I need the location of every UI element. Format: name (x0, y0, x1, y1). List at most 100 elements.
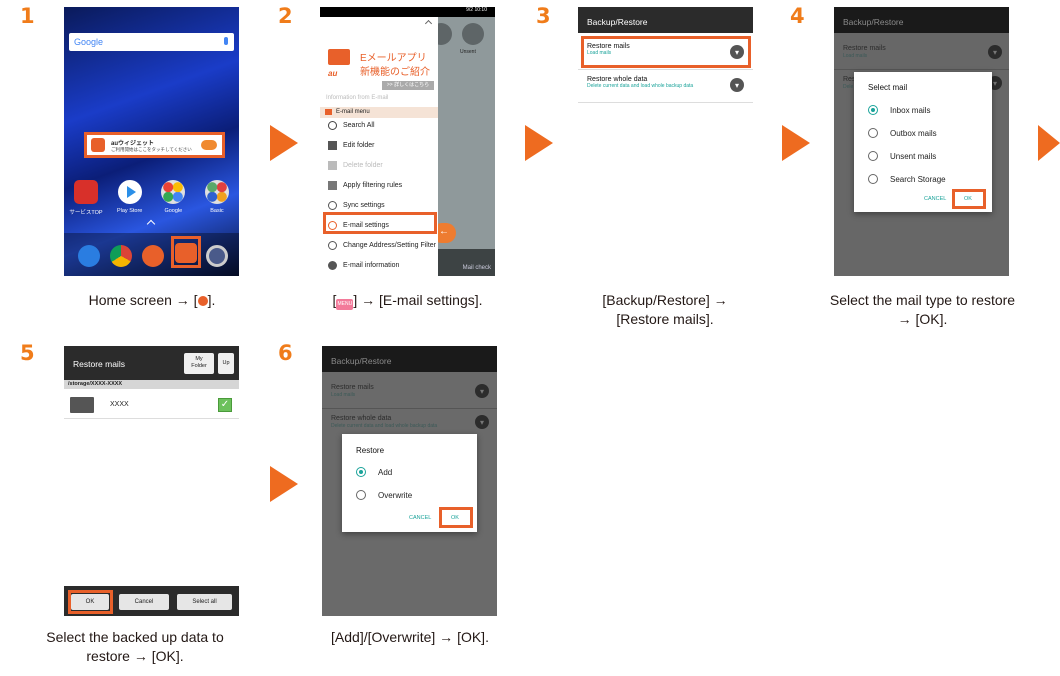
bg-restore-whole: Restore whole data (331, 415, 392, 422)
email-settings-highlight (323, 212, 437, 234)
chevron-down-icon: ▾ (988, 45, 1002, 59)
restore-dialog: Restore Add Overwrite CANCEL OK (342, 434, 477, 532)
email-app-mini-icon (197, 296, 208, 306)
restore-whole-data-item[interactable]: Restore whole data Delete current data a… (578, 69, 753, 101)
au-logo: au (328, 69, 338, 78)
caption-6: [Add]/[Overwrite] → [OK]. (331, 629, 489, 645)
radio-icon (868, 174, 878, 184)
filter-icon (328, 180, 337, 190)
envelope-logo-icon (328, 49, 350, 65)
app-label-basic: Basic (210, 208, 224, 214)
caption-4: Select the mail type to restore → [OK]. (829, 292, 1016, 327)
step-number-6: 6 (278, 341, 293, 365)
camera-icon[interactable] (206, 245, 228, 267)
ok-highlight (68, 590, 113, 614)
option-outbox-mails[interactable]: Outbox mails (854, 124, 992, 142)
menu-change-address[interactable]: Change Address/Setting Filter (326, 235, 452, 255)
option-inbox-mails[interactable]: Inbox mails (854, 101, 992, 119)
radio-icon (356, 490, 366, 500)
folder-row[interactable]: XXXX ✓ (64, 391, 239, 419)
chevron-down-icon: ▾ (730, 78, 744, 92)
radio-checked-icon (356, 467, 366, 477)
option-add[interactable]: Add (342, 463, 477, 481)
status-bar: 9/2 10:10 (320, 7, 495, 17)
screen-home: Google auウィジェット ご利用開始はここをタッチしてください サービスT… (64, 7, 239, 276)
screen-email-menu: 9/2 10:10 Unsent ← Mail check au Eメールアプリ… (320, 7, 495, 276)
ok-button[interactable]: OK (451, 515, 459, 521)
chevron-down-icon: ▾ (475, 384, 489, 398)
arrow-4 (1038, 125, 1060, 161)
google-folder-icon[interactable] (161, 180, 186, 204)
promo-banner[interactable]: au Eメールアプリ 新機能のご紹介 >> 詳しくはこちら (320, 31, 438, 93)
screen-restore-mails: Restore mails My Folder Up /storage/XXXX… (64, 346, 239, 616)
chrome-icon[interactable] (110, 245, 132, 267)
step-number-5: 5 (20, 341, 35, 365)
chevron-up-icon[interactable] (146, 219, 156, 229)
menu-key-icon: MENU (336, 299, 354, 310)
banner-line-2: 新機能のご紹介 (360, 67, 430, 78)
cancel-button[interactable]: Cancel (119, 594, 169, 610)
option-unsent-mails[interactable]: Unsent mails (854, 147, 992, 165)
caption-3: [Backup/Restore] → [Restore mails]. (602, 292, 728, 327)
up-button[interactable]: Up (218, 353, 234, 374)
bg-load-mails: Load mails (331, 392, 356, 398)
menu-email-information[interactable]: E-mail information (326, 255, 452, 275)
title-bar: Backup/Restore (322, 346, 497, 372)
step-number-1: 1 (20, 4, 35, 28)
cancel-button[interactable]: CANCEL (924, 196, 946, 202)
step-number-4: 4 (790, 4, 805, 28)
dialog-title: Select mail (868, 83, 908, 92)
banner-line-1: Eメールアプリ (360, 53, 427, 64)
collapse-chevron-icon[interactable] (424, 19, 433, 28)
info-from-email[interactable]: Information from E-mail (326, 95, 388, 101)
menu-delete-folder[interactable]: Delete folder (326, 155, 452, 175)
caption-5: Select the backed up data to restore → [… (46, 629, 224, 664)
app-label-google: Google (164, 208, 183, 214)
unsent-folder-icon (462, 23, 484, 45)
widget-subtitle: ご利用開始はここをタッチしてください (111, 146, 192, 152)
unsent-label: Unsent (460, 49, 476, 55)
ok-button[interactable]: OK (964, 196, 972, 202)
cancel-button[interactable]: CANCEL (409, 515, 431, 521)
menu-filtering-rules[interactable]: Apply filtering rules (326, 175, 452, 195)
title-bar: Backup/Restore (834, 7, 1009, 33)
bg-restore-mails: Restore mails (331, 384, 374, 391)
au-widget[interactable]: auウィジェット ご利用開始はここをタッチしてください (84, 132, 225, 158)
checkbox-checked-icon[interactable]: ✓ (218, 398, 232, 412)
restore-mails-highlight (581, 36, 751, 68)
option-search-storage[interactable]: Search Storage (854, 170, 992, 188)
arrow-2 (525, 125, 553, 161)
phone-icon[interactable] (78, 245, 100, 267)
my-folder-button[interactable]: My Folder (184, 353, 214, 374)
search-icon (328, 120, 337, 130)
google-search-bar[interactable]: Google (69, 33, 234, 51)
caption-1: Home screen → []. (88, 292, 216, 308)
sync-icon (328, 200, 337, 210)
play-store-icon[interactable] (117, 180, 142, 204)
app-label-play-store: Play Store (116, 208, 143, 214)
screen-select-mail: Backup/Restore Restore mails Load mails … (834, 7, 1009, 276)
option-overwrite[interactable]: Overwrite (342, 486, 477, 504)
screen-restore-dialog: Backup/Restore Restore mails Load mails … (322, 346, 497, 616)
menu-edit-folder[interactable]: Edit folder (326, 135, 452, 155)
info-icon (328, 260, 337, 270)
banner-link[interactable]: >> 詳しくはこちら (382, 81, 434, 90)
arrow-3 (782, 125, 810, 161)
au-message-icon[interactable] (142, 245, 164, 267)
chevron-down-icon: ▾ (475, 415, 489, 429)
page-title: Restore mails (73, 359, 125, 369)
menu-search-all[interactable]: Search All (326, 115, 452, 135)
select-all-button[interactable]: Select all (177, 594, 232, 610)
widget-title: auウィジェット (111, 140, 155, 147)
path-bar: /storage/XXXX-XXXX (64, 380, 239, 389)
arrow-5 (270, 466, 298, 502)
bg-load-mails: Load mails (843, 53, 868, 59)
title-bar: Backup/Restore (578, 7, 753, 33)
service-top-icon[interactable] (74, 180, 98, 204)
radio-icon (868, 128, 878, 138)
mic-icon[interactable] (224, 37, 228, 45)
step-number-3: 3 (536, 4, 551, 28)
folder-name: XXXX (110, 401, 129, 408)
basic-folder-icon[interactable] (204, 180, 229, 204)
email-app-icon[interactable] (175, 243, 197, 263)
